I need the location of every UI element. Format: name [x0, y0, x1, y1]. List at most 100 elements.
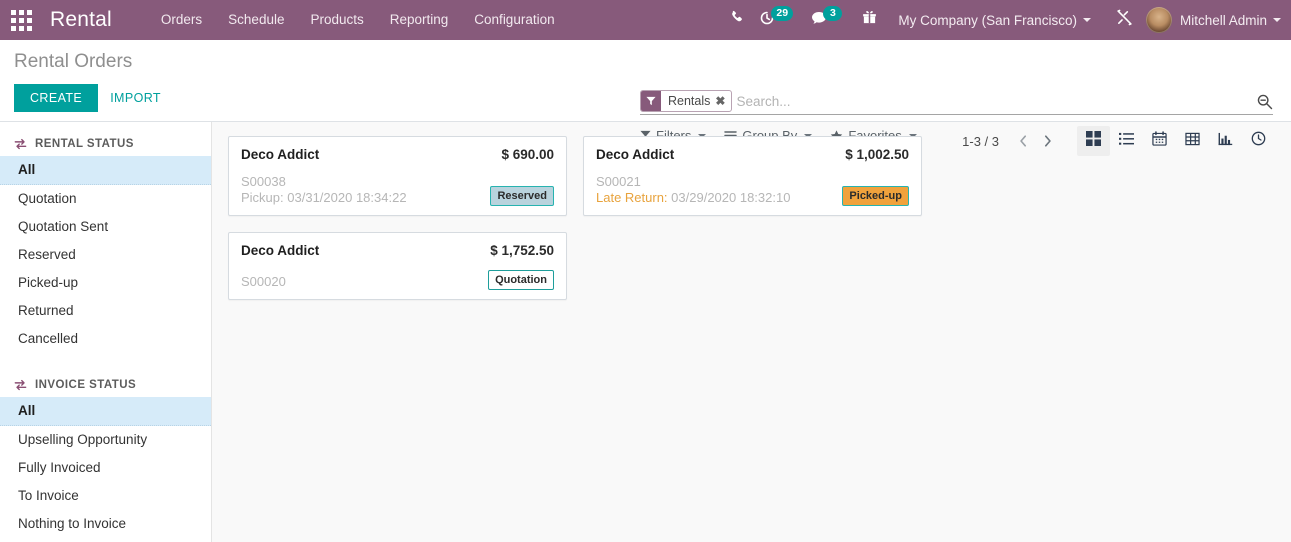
kanban-card-footer: S00020 Quotation — [241, 270, 554, 290]
view-switcher — [1077, 126, 1275, 156]
clock-icon — [1251, 131, 1266, 151]
search-bar: Rentals ✖ — [640, 90, 1273, 115]
pager-next-button[interactable] — [1035, 128, 1059, 154]
sidebar-item-invoice-all[interactable]: All — [0, 397, 211, 426]
chevron-down-icon — [1273, 18, 1281, 22]
status-badge: Reserved — [490, 186, 554, 206]
control-panel-right: 1-3 / 3 — [962, 126, 1275, 156]
kanban-card-date-label: Pickup: — [241, 190, 284, 205]
navbar-systray: 29 3 My Company (San Francisco) Mitchell… — [722, 0, 1291, 40]
search-facet-label: Rentals — [668, 94, 711, 108]
sidebar-item-invoice-upselling-opportunity[interactable]: Upselling Opportunity — [0, 426, 211, 454]
pager-previous-button[interactable] — [1011, 128, 1035, 154]
create-button[interactable]: CREATE — [14, 84, 99, 112]
calendar-icon — [1152, 131, 1167, 151]
kanban-card-info: S00038 Pickup: 03/31/2020 18:34:22 — [241, 174, 407, 206]
phone-icon — [730, 10, 745, 30]
activity-button[interactable]: 29 — [752, 0, 794, 40]
search-panel-sidebar: RENTAL STATUS All Quotation Quotation Se… — [0, 122, 212, 542]
main-menu: Orders Schedule Products Reporting Confi… — [148, 0, 568, 40]
apps-grid-icon — [10, 9, 32, 31]
kanban-card-info: S00020 — [241, 274, 286, 290]
kanban-card-date-value: 03/29/2020 18:32:10 — [671, 190, 791, 205]
kanban-card-footer: S00021 Late Return: 03/29/2020 18:32:10 … — [596, 174, 909, 206]
list-icon — [1119, 132, 1134, 151]
user-name: Mitchell Admin — [1179, 12, 1267, 28]
exchange-icon — [14, 379, 27, 391]
status-badge: Picked-up — [842, 186, 909, 206]
kanban-card-reference: S00038 — [241, 174, 286, 189]
kanban-card-customer: Deco Addict — [241, 243, 320, 258]
activity-badge: 29 — [771, 6, 794, 21]
apps-menu-button[interactable] — [0, 0, 42, 40]
control-panel: Rental Orders CREATE IMPORT Rentals ✖ Se… — [0, 40, 1291, 156]
kanban-card[interactable]: Deco Addict $ 1,752.50 S00020 Quotation — [228, 232, 567, 300]
sidebar-section-title: INVOICE STATUS — [35, 379, 137, 391]
bar-chart-icon — [1218, 132, 1233, 151]
top-navbar: Rental Orders Schedule Products Reportin… — [0, 0, 1291, 40]
content-area: RENTAL STATUS All Quotation Quotation Se… — [0, 122, 1291, 542]
kanban-card-reference: S00021 — [596, 174, 641, 189]
view-pivot-button[interactable] — [1176, 126, 1209, 156]
sidebar-item-rental-quotation[interactable]: Quotation — [0, 185, 211, 213]
kanban-card-footer: S00038 Pickup: 03/31/2020 18:34:22 Reser… — [241, 174, 554, 206]
kanban-card[interactable]: Deco Addict $ 690.00 S00038 Pickup: 03/3… — [228, 136, 567, 216]
sidebar-item-invoice-fully-invoiced[interactable]: Fully Invoiced — [0, 454, 211, 482]
messages-badge: 3 — [823, 6, 843, 21]
search-input[interactable] — [736, 90, 1248, 112]
kanban-card-customer: Deco Addict — [596, 147, 675, 162]
tools-icon — [1116, 9, 1133, 31]
control-panel-buttons: CREATE IMPORT — [14, 84, 173, 112]
kanban-card-header: Deco Addict $ 1,752.50 — [241, 243, 554, 258]
page-title: Rental Orders — [14, 51, 133, 72]
pivot-icon — [1185, 132, 1200, 151]
view-calendar-button[interactable] — [1143, 126, 1176, 156]
pager-count: 1-3 / 3 — [962, 133, 999, 149]
view-graph-button[interactable] — [1209, 126, 1242, 156]
sidebar-item-rental-returned[interactable]: Returned — [0, 297, 211, 325]
sidebar-item-invoice-to-invoice[interactable]: To Invoice — [0, 482, 211, 510]
menu-item-configuration[interactable]: Configuration — [461, 0, 567, 40]
view-kanban-button[interactable] — [1077, 126, 1110, 156]
menu-item-products[interactable]: Products — [297, 0, 376, 40]
kanban-card-date: Late Return: 03/29/2020 18:32:10 — [596, 190, 790, 206]
gift-button[interactable] — [854, 0, 884, 40]
sidebar-item-rental-reserved[interactable]: Reserved — [0, 241, 211, 269]
kanban-card-header: Deco Addict $ 690.00 — [241, 147, 554, 162]
kanban-card-amount: $ 1,752.50 — [490, 243, 554, 258]
company-name: My Company (San Francisco) — [898, 12, 1077, 28]
kanban-card-reference: S00020 — [241, 274, 286, 289]
kanban-card[interactable]: Deco Addict $ 1,002.50 S00021 Late Retur… — [583, 136, 922, 216]
user-menu[interactable]: Mitchell Admin — [1140, 7, 1281, 33]
phone-button[interactable] — [722, 0, 752, 40]
search-minus-icon[interactable] — [1248, 93, 1273, 110]
menu-item-schedule[interactable]: Schedule — [215, 0, 297, 40]
sidebar-item-invoice-nothing-to-invoice[interactable]: Nothing to Invoice — [0, 510, 211, 538]
menu-item-orders[interactable]: Orders — [148, 0, 215, 40]
exchange-icon — [14, 138, 27, 150]
kanban-view: Deco Addict $ 690.00 S00038 Pickup: 03/3… — [212, 122, 1291, 542]
sidebar-divider — [0, 353, 211, 375]
sidebar-item-rental-cancelled[interactable]: Cancelled — [0, 325, 211, 353]
sidebar-item-rental-all[interactable]: All — [0, 156, 211, 185]
search-facet-rentals[interactable]: Rentals ✖ — [640, 90, 733, 112]
import-button[interactable]: IMPORT — [98, 84, 173, 112]
view-list-button[interactable] — [1110, 126, 1143, 156]
sidebar-item-rental-picked-up[interactable]: Picked-up — [0, 269, 211, 297]
avatar — [1145, 7, 1172, 33]
search-facet-remove-icon[interactable]: ✖ — [715, 94, 731, 108]
status-badge: Quotation — [488, 270, 554, 290]
kanban-card-amount: $ 690.00 — [501, 147, 554, 162]
kanban-card-date-label: Late Return: — [596, 190, 668, 205]
debug-tools-button[interactable] — [1109, 0, 1140, 40]
sidebar-item-rental-quotation-sent[interactable]: Quotation Sent — [0, 213, 211, 241]
kanban-card-info: S00021 Late Return: 03/29/2020 18:32:10 — [596, 174, 790, 206]
kanban-icon — [1086, 131, 1101, 151]
view-activity-button[interactable] — [1242, 126, 1275, 156]
kanban-card-header: Deco Addict $ 1,002.50 — [596, 147, 909, 162]
menu-item-reporting[interactable]: Reporting — [377, 0, 462, 40]
company-switcher[interactable]: My Company (San Francisco) — [884, 13, 1099, 28]
app-brand-rental[interactable]: Rental — [42, 0, 122, 40]
messages-button[interactable]: 3 — [804, 0, 843, 40]
kanban-card-amount: $ 1,002.50 — [845, 147, 909, 162]
